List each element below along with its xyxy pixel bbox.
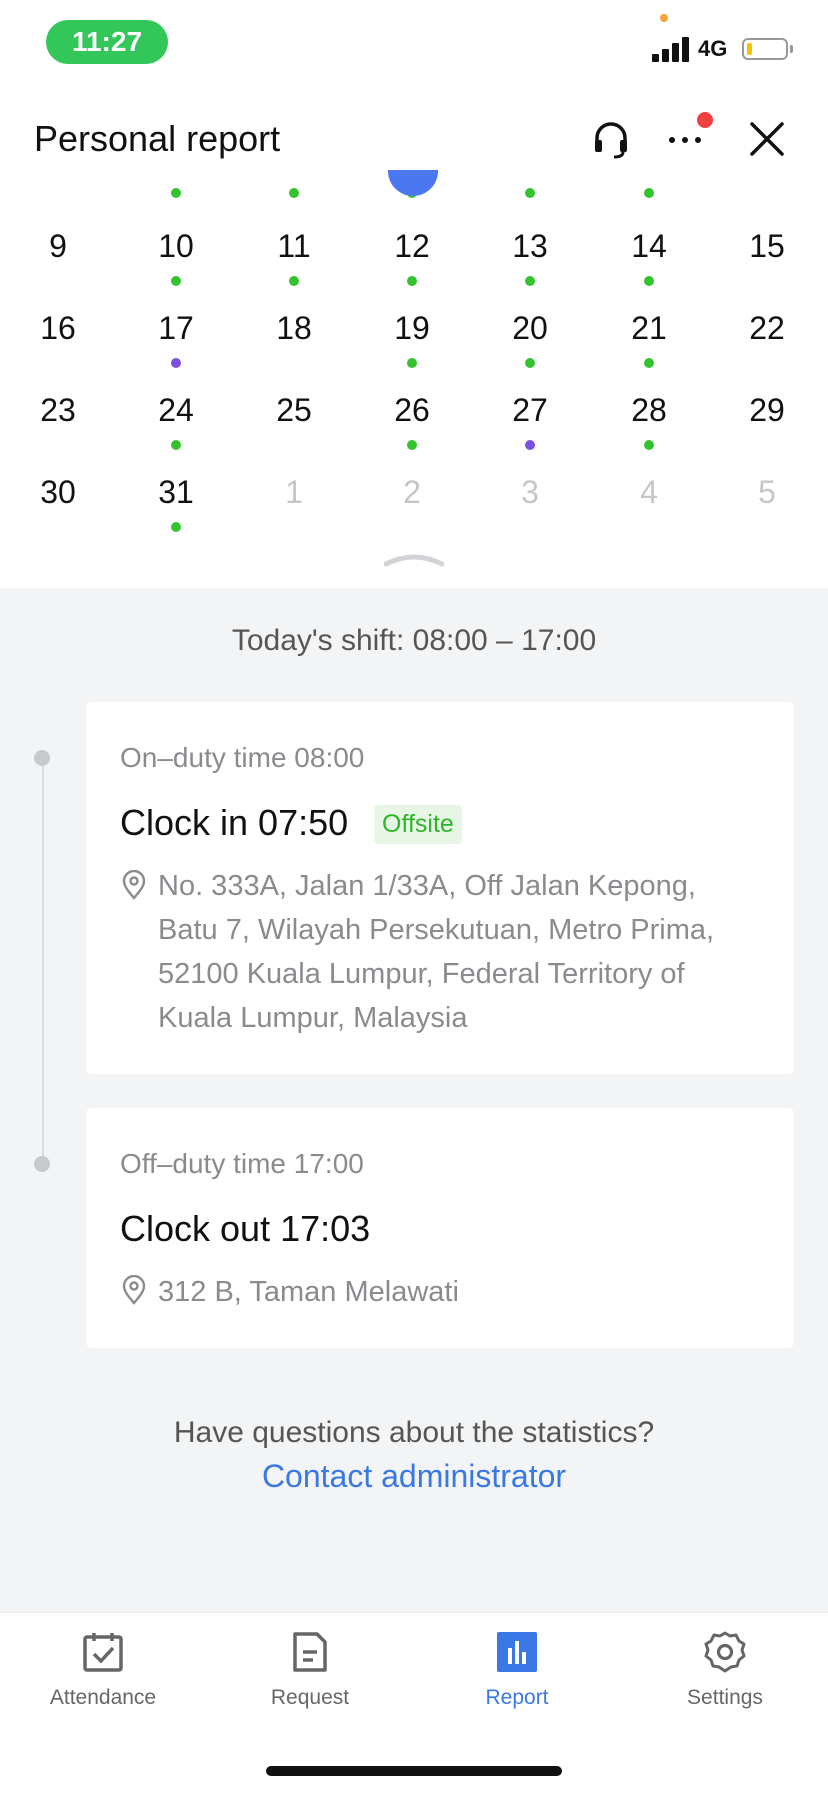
gear-icon bbox=[704, 1631, 746, 1673]
address-line: 52100 Kuala Lumpur, Federal Territory of bbox=[158, 958, 685, 990]
tab-attendance[interactable]: Attendance bbox=[13, 1630, 193, 1740]
calendar-day[interactable]: 2 bbox=[372, 474, 452, 511]
on-duty-label: On–duty time 08:00 bbox=[120, 742, 365, 773]
calendar-day[interactable]: 5 bbox=[727, 474, 807, 511]
calendar-day[interactable]: 15 bbox=[727, 228, 807, 265]
calendar-day[interactable]: 28 bbox=[609, 392, 689, 429]
calendar-day[interactable]: 13 bbox=[490, 228, 570, 265]
headset-icon[interactable] bbox=[590, 118, 632, 160]
calendar-day[interactable]: 21 bbox=[609, 310, 689, 347]
tab-settings[interactable]: Settings bbox=[635, 1630, 815, 1740]
calendar-day[interactable]: 4 bbox=[609, 474, 689, 511]
calendar-day[interactable]: 27 bbox=[490, 392, 570, 429]
address-line: Batu 7, Wilayah Persekutuan, Metro Prima… bbox=[158, 914, 715, 946]
off-duty-label: Off–duty time 17:00 bbox=[120, 1148, 364, 1179]
address-line: Kuala Lumpur, Malaysia bbox=[158, 1002, 468, 1034]
activity-dot bbox=[644, 358, 654, 368]
timeline-line bbox=[42, 758, 44, 1164]
network-type: 4G bbox=[698, 36, 728, 61]
calendar-check-icon bbox=[83, 1633, 123, 1672]
calendar-day[interactable]: 17 bbox=[136, 310, 216, 347]
privacy-indicator-dot bbox=[660, 14, 668, 22]
calendar-day[interactable]: 26 bbox=[372, 392, 452, 429]
calendar-day[interactable]: 1 bbox=[254, 474, 334, 511]
calendar-day[interactable]: 31 bbox=[136, 474, 216, 511]
clock-out-time: Clock out 17:03 bbox=[120, 1208, 371, 1249]
document-icon bbox=[293, 1632, 327, 1672]
address-line: No. 333A, Jalan 1/33A, Off Jalan Kepong, bbox=[158, 870, 696, 902]
calendar-day[interactable]: 25 bbox=[254, 392, 334, 429]
calendar-day[interactable]: 16 bbox=[18, 310, 98, 347]
close-icon[interactable] bbox=[748, 120, 786, 158]
tab-label: Attendance bbox=[49, 1686, 157, 1709]
calendar-day[interactable]: 30 bbox=[18, 474, 98, 511]
activity-dot bbox=[525, 276, 535, 286]
activity-dot bbox=[644, 440, 654, 450]
timeline-dot bbox=[34, 1156, 50, 1172]
calendar: 9 10 11 12 13 14 15 16 17 18 19 20 21 22 23 24 25 26 27 28 2… bbox=[0, 180, 828, 588]
activity-dot bbox=[289, 188, 299, 198]
page-title: Personal report bbox=[34, 118, 281, 159]
activity-dot bbox=[525, 358, 535, 368]
signal-icon bbox=[652, 36, 690, 62]
calendar-day[interactable]: 3 bbox=[490, 474, 570, 511]
calendar-day[interactable]: 24 bbox=[136, 392, 216, 429]
calendar-day[interactable]: 23 bbox=[18, 392, 98, 429]
tab-label: Report bbox=[485, 1686, 549, 1709]
activity-dot bbox=[171, 522, 181, 532]
activity-dot bbox=[407, 358, 417, 368]
calendar-day[interactable]: 29 bbox=[727, 392, 807, 429]
calendar-day[interactable]: 22 bbox=[727, 310, 807, 347]
calendar-day[interactable]: 10 bbox=[136, 228, 216, 265]
collapse-handle-icon[interactable] bbox=[384, 548, 444, 568]
activity-dot bbox=[644, 188, 654, 198]
activity-dot bbox=[644, 276, 654, 286]
clock-in-time: Clock in 07:50 bbox=[120, 802, 349, 843]
timeline-dot bbox=[34, 750, 50, 766]
location-pin-icon bbox=[122, 1275, 146, 1305]
tab-report[interactable]: Report bbox=[427, 1630, 607, 1740]
calendar-day[interactable]: 14 bbox=[609, 228, 689, 265]
clock-in-address: No. 333A, Jalan 1/33A, Off Jalan Kepong,… bbox=[158, 864, 778, 1040]
tab-request[interactable]: Request bbox=[220, 1630, 400, 1740]
activity-dot bbox=[171, 358, 181, 368]
battery-tip bbox=[790, 45, 793, 53]
calendar-day[interactable]: 9 bbox=[18, 228, 98, 265]
activity-dot bbox=[171, 440, 181, 450]
shift-info: Today's shift: 08:00 – 17:00 bbox=[231, 624, 597, 657]
bar-chart-icon bbox=[497, 1632, 537, 1672]
offsite-badge: Offsite bbox=[374, 805, 462, 844]
activity-dot bbox=[525, 188, 535, 198]
activity-dot bbox=[171, 276, 181, 286]
stats-question: Have questions about the statistics? bbox=[173, 1416, 655, 1449]
activity-dot bbox=[171, 188, 181, 198]
calendar-day[interactable]: 20 bbox=[490, 310, 570, 347]
tab-label: Request bbox=[270, 1686, 350, 1709]
activity-dot bbox=[525, 440, 535, 450]
activity-dot bbox=[407, 440, 417, 450]
clock-out-address: 312 B, Taman Melawati bbox=[158, 1276, 459, 1308]
contact-administrator-link[interactable]: Contact administrator bbox=[0, 1458, 828, 1495]
activity-dot bbox=[407, 276, 417, 286]
calendar-day[interactable]: 12 bbox=[372, 228, 452, 265]
status-time: 11:27 bbox=[46, 20, 168, 64]
calendar-day[interactable]: 18 bbox=[254, 310, 334, 347]
calendar-day[interactable]: 19 bbox=[372, 310, 452, 347]
notification-badge bbox=[697, 112, 713, 128]
calendar-day[interactable]: 11 bbox=[254, 228, 334, 265]
location-pin-icon bbox=[122, 870, 146, 900]
activity-dot bbox=[289, 276, 299, 286]
home-indicator bbox=[266, 1766, 562, 1776]
more-icon[interactable] bbox=[664, 122, 706, 164]
tab-label: Settings bbox=[687, 1686, 763, 1709]
battery-icon bbox=[742, 38, 788, 60]
